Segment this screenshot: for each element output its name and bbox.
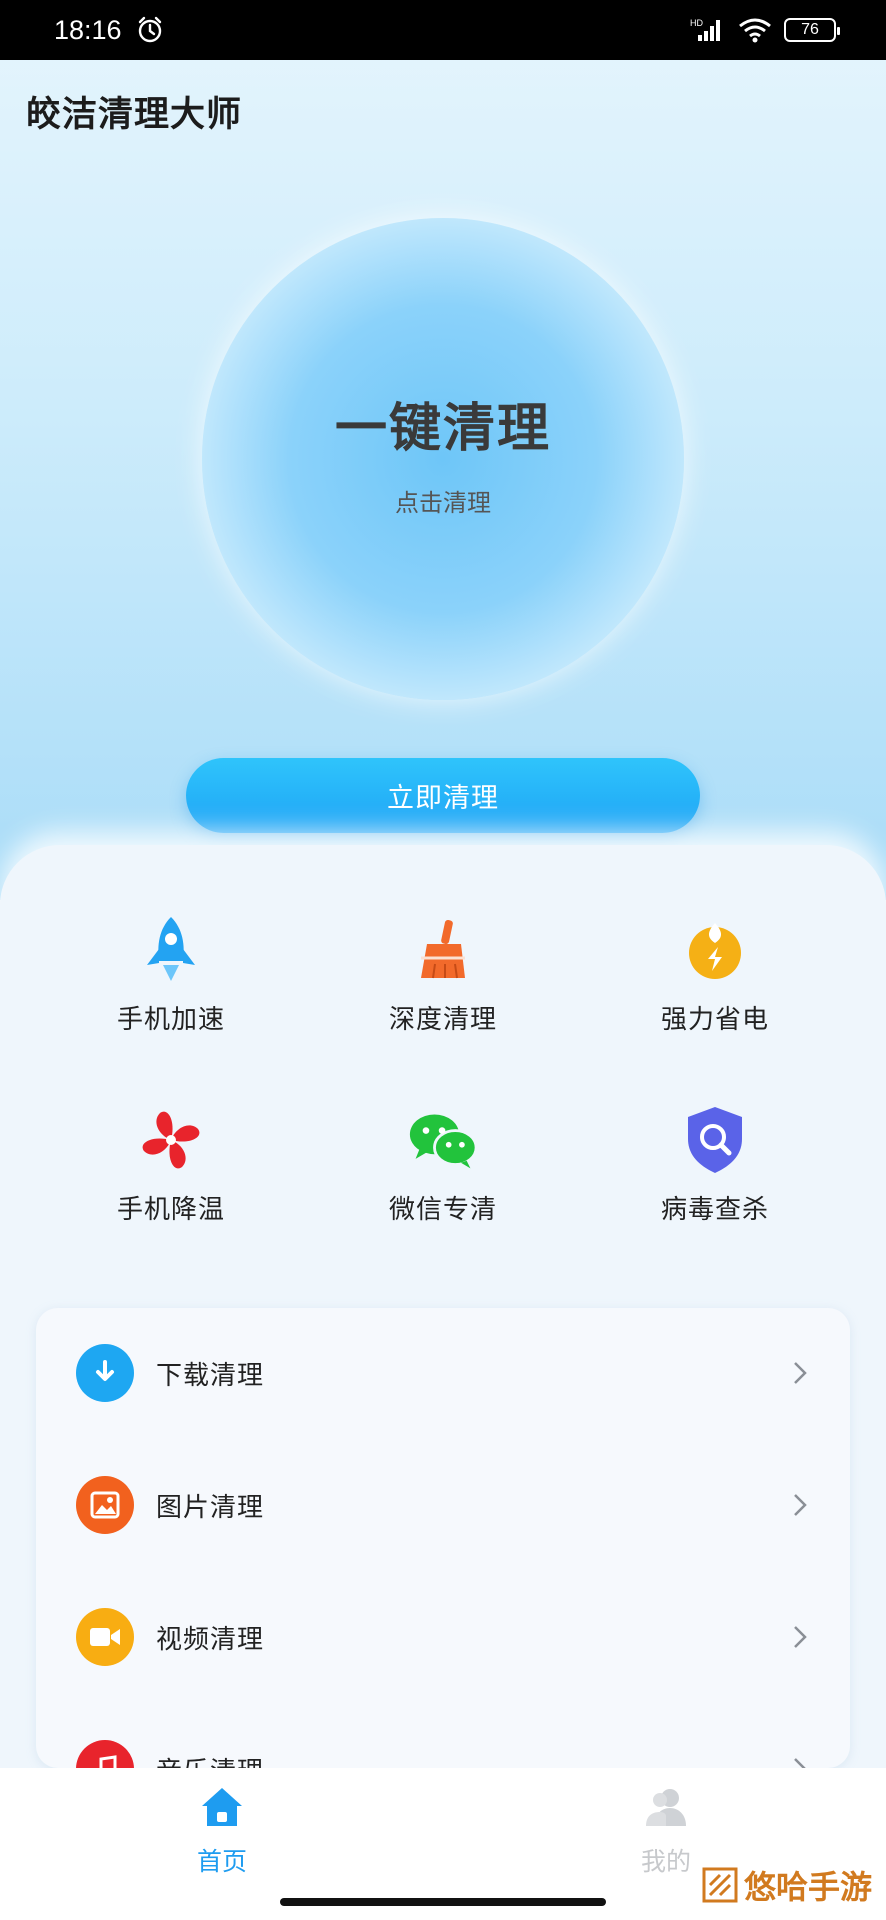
broom-icon — [408, 915, 478, 985]
nav-mine-label: 我的 — [640, 1847, 691, 1876]
battery-saver-icon — [680, 915, 750, 985]
download-icon — [76, 1344, 134, 1402]
feature-label: 强力省电 — [660, 1005, 769, 1035]
clean-list-card: 下载清理 图片清理 视频清理 — [36, 1308, 850, 1768]
video-icon — [76, 1608, 134, 1666]
nav-home[interactable]: 首页 — [162, 1786, 282, 1878]
watermark-logo-icon — [702, 1867, 738, 1903]
list-item-label: 下载清理 — [156, 1360, 265, 1391]
feature-wechat-clean[interactable]: 微信专清 — [343, 1105, 543, 1226]
app-title: 皎洁清理大师 — [26, 95, 243, 135]
one-click-clean-subtitle: 点击清理 — [395, 489, 491, 517]
list-item-label: 视频清理 — [156, 1624, 265, 1655]
home-icon — [202, 1788, 242, 1826]
user-icon — [646, 1789, 686, 1826]
feature-label: 手机降温 — [116, 1195, 225, 1225]
watermark-text: 悠哈手游 — [743, 1868, 872, 1906]
feature-label: 病毒查杀 — [660, 1195, 769, 1225]
feature-label: 手机加速 — [116, 1005, 225, 1035]
battery-level: 76 — [801, 21, 819, 38]
chevron-right-icon — [794, 1362, 807, 1384]
feature-label: 深度清理 — [388, 1005, 497, 1035]
shield-search-icon — [680, 1105, 750, 1175]
music-icon — [76, 1740, 134, 1768]
feature-label: 微信专清 — [388, 1195, 497, 1225]
rocket-icon — [136, 915, 206, 985]
signal-icon: HD — [690, 18, 720, 41]
list-item-download-clean[interactable]: 下载清理 — [36, 1308, 850, 1438]
fan-icon — [136, 1105, 206, 1175]
chevron-right-icon — [794, 1494, 807, 1516]
watermark: 悠哈手游 — [693, 1858, 880, 1912]
feature-phone-cooling[interactable]: 手机降温 — [71, 1105, 271, 1226]
chevron-right-icon — [794, 1758, 806, 1768]
status-time: 18:16 — [54, 14, 122, 45]
nav-home-label: 首页 — [196, 1847, 247, 1876]
gesture-home-indicator[interactable] — [280, 1898, 606, 1906]
clean-now-button[interactable]: 立即清理 — [186, 758, 700, 833]
one-click-clean-title: 一键清理 — [334, 399, 551, 459]
feature-power-saving[interactable]: 强力省电 — [615, 915, 815, 1036]
feature-phone-boost[interactable]: 手机加速 — [71, 915, 271, 1036]
image-icon — [76, 1476, 134, 1534]
feature-deep-clean[interactable]: 深度清理 — [343, 915, 543, 1036]
list-item-image-clean[interactable]: 图片清理 — [36, 1440, 850, 1570]
wechat-icon — [408, 1105, 478, 1175]
feature-virus-scan[interactable]: 病毒查杀 — [615, 1105, 815, 1226]
wifi-icon — [739, 18, 771, 43]
list-item-label: 图片清理 — [156, 1492, 265, 1523]
list-item-label: 音乐清理 — [156, 1751, 264, 1769]
status-bar: 18:16 HD 76 — [0, 0, 886, 60]
list-item-video-clean[interactable]: 视频清理 — [36, 1572, 850, 1702]
battery-indicator: 76 — [784, 18, 840, 42]
network-type: HD — [690, 18, 703, 28]
chevron-right-icon — [794, 1626, 807, 1648]
alarm-icon — [138, 16, 161, 43]
one-click-clean-circle[interactable]: 一键清理 点击清理 — [202, 218, 684, 700]
list-item-music-clean[interactable]: 音乐清理 — [36, 1704, 850, 1768]
